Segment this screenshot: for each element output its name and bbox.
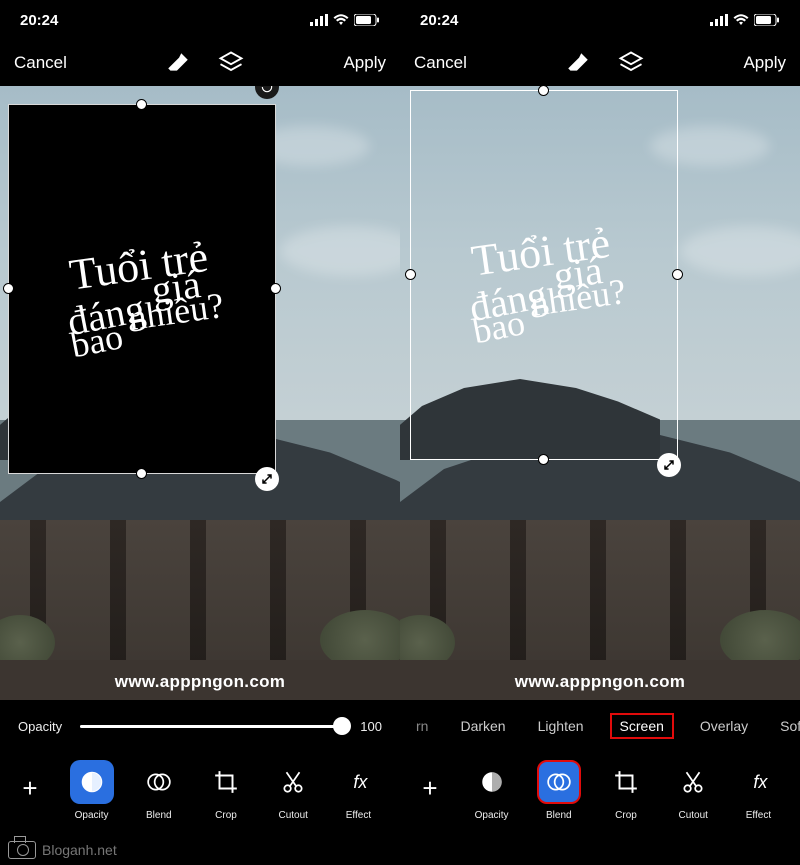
- canvas[interactable]: Tuổi trẻ đáng giá bao nhiêu? www.apppngo…: [0, 86, 400, 700]
- fx-icon: fx: [753, 772, 767, 793]
- apply-button[interactable]: Apply: [343, 53, 386, 73]
- tool-opacity[interactable]: Opacity: [458, 760, 525, 821]
- tool-blend[interactable]: Blend: [525, 760, 592, 821]
- battery-icon: [754, 14, 780, 26]
- tool-crop[interactable]: Crop: [592, 760, 659, 821]
- tool-crop[interactable]: Crop: [192, 760, 259, 821]
- opacity-icon: [479, 769, 505, 795]
- opacity-icon: [79, 769, 105, 795]
- expand-icon: [663, 459, 675, 471]
- crop-icon: [213, 769, 239, 795]
- watermark: www.apppngon.com: [400, 672, 800, 692]
- blend-mode-item[interactable]: Lighten: [532, 714, 590, 738]
- screen-left: 20:24 Cancel Apply: [0, 0, 400, 865]
- screen-right: 20:24 Cancel Apply: [400, 0, 800, 865]
- layers-icon[interactable]: [617, 49, 645, 77]
- layers-icon[interactable]: [217, 49, 245, 77]
- overlay-layer[interactable]: Tuổi trẻ đáng giá bao nhiêu?: [410, 90, 678, 460]
- top-bar: Cancel Apply: [400, 40, 800, 86]
- handle-top[interactable]: [136, 99, 147, 110]
- handle-right[interactable]: [270, 283, 281, 294]
- tool-blend[interactable]: Blend: [125, 760, 192, 821]
- overlay-text: Tuổi trẻ đáng giá bao nhiêu?: [400, 86, 701, 476]
- blend-mode-item[interactable]: Overlay: [694, 714, 754, 738]
- handle-left[interactable]: [405, 269, 416, 280]
- cutout-icon: [680, 769, 706, 795]
- expand-handle[interactable]: [657, 453, 681, 477]
- slider-value: 100: [360, 719, 382, 734]
- eraser-icon[interactable]: [165, 50, 191, 76]
- watermark: www.apppngon.com: [0, 672, 400, 692]
- rotate-icon: [260, 86, 274, 94]
- cutout-icon: [280, 769, 306, 795]
- source-watermark: Bloganh.net: [4, 839, 121, 861]
- blend-mode-item[interactable]: rn: [410, 714, 434, 738]
- handle-right[interactable]: [672, 269, 683, 280]
- battery-icon: [354, 14, 380, 26]
- opacity-slider[interactable]: [80, 725, 342, 728]
- cancel-button[interactable]: Cancel: [14, 53, 67, 73]
- add-button[interactable]: +: [6, 764, 54, 812]
- blend-mode-item-selected[interactable]: Screen: [610, 713, 674, 739]
- overlay-text: Tuổi trẻ đáng giá bao nhiêu?: [0, 88, 299, 489]
- tool-opacity[interactable]: Opacity: [58, 760, 125, 821]
- tool-effects[interactable]: fx Effect: [727, 760, 794, 821]
- signal-icon: [310, 14, 328, 26]
- blend-icon: [146, 769, 172, 795]
- top-bar: Cancel Apply: [0, 40, 400, 86]
- wifi-icon: [733, 14, 749, 26]
- tool-bar: + Opacity Blend Crop Cutout fx Effect: [0, 752, 400, 852]
- blend-icon: [546, 769, 572, 795]
- blend-mode-item[interactable]: Darken: [454, 714, 511, 738]
- fx-icon: fx: [353, 772, 367, 793]
- camera-icon: [8, 841, 36, 859]
- blend-mode-item[interactable]: Soft Light: [774, 714, 800, 738]
- handle-bottom[interactable]: [136, 468, 147, 479]
- tool-cutout[interactable]: Cutout: [260, 760, 327, 821]
- status-indicators: [310, 14, 380, 26]
- status-time: 20:24: [420, 12, 458, 29]
- eraser-icon[interactable]: [565, 50, 591, 76]
- slider-label: Opacity: [18, 719, 62, 734]
- crop-icon: [613, 769, 639, 795]
- status-indicators: [710, 14, 780, 26]
- add-button[interactable]: +: [406, 764, 454, 812]
- expand-handle[interactable]: [255, 467, 279, 491]
- wifi-icon: [333, 14, 349, 26]
- tool-cutout[interactable]: Cutout: [660, 760, 727, 821]
- cancel-button[interactable]: Cancel: [414, 53, 467, 73]
- handle-bottom[interactable]: [538, 454, 549, 465]
- status-time: 20:24: [20, 12, 58, 29]
- status-bar: 20:24: [400, 0, 800, 40]
- canvas[interactable]: Tuổi trẻ đáng giá bao nhiêu? www.apppngo…: [400, 86, 800, 700]
- opacity-slider-row: Opacity 100: [0, 700, 400, 752]
- tool-bar: + Opacity Blend Crop Cutout fx Effect: [400, 752, 800, 852]
- signal-icon: [710, 14, 728, 26]
- status-bar: 20:24: [0, 0, 400, 40]
- overlay-layer[interactable]: Tuổi trẻ đáng giá bao nhiêu?: [8, 104, 276, 474]
- expand-icon: [261, 473, 273, 485]
- handle-left[interactable]: [3, 283, 14, 294]
- blend-mode-row[interactable]: rn Darken Lighten Screen Overlay Soft Li…: [400, 700, 800, 752]
- apply-button[interactable]: Apply: [743, 53, 786, 73]
- tool-effects[interactable]: fx Effect: [327, 760, 394, 821]
